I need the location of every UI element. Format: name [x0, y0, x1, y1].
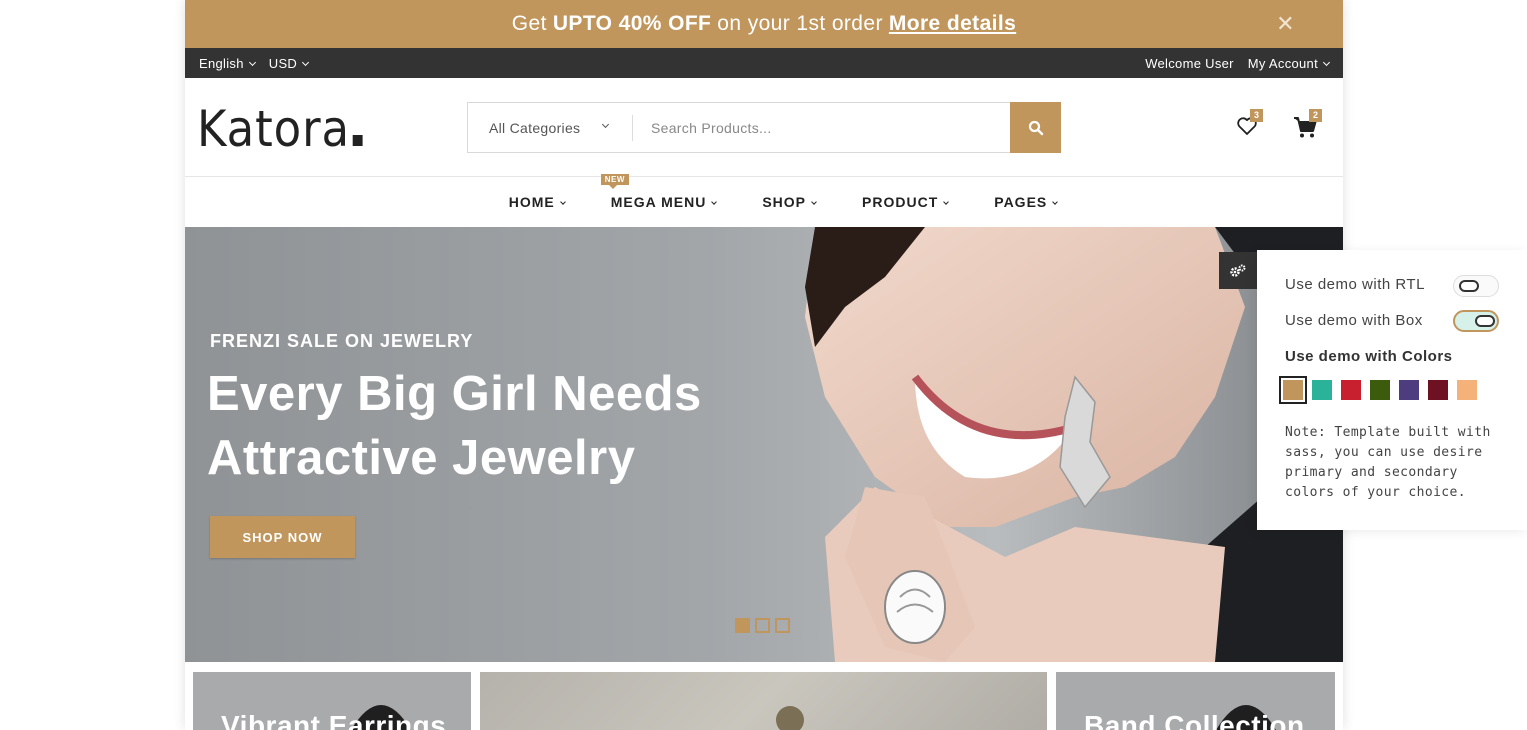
site-header: Katora All Categories 3 2: [185, 78, 1343, 177]
page-container: Get UPTO 40% OFF on your 1st order More …: [185, 0, 1343, 730]
wishlist-button[interactable]: 3: [1235, 109, 1263, 142]
logo[interactable]: Katora: [197, 100, 363, 158]
banner-earrings-title: Vibrant Earrings: [221, 710, 447, 730]
welcome-text: Welcome User: [1145, 55, 1234, 71]
toggle-knob: [1459, 280, 1479, 292]
box-label: Use demo with Box: [1285, 312, 1423, 329]
promo-details-link[interactable]: More details: [889, 12, 1016, 36]
search-button[interactable]: [1010, 102, 1061, 153]
close-icon[interactable]: ✕: [1276, 11, 1295, 37]
cart-count-badge: 2: [1309, 109, 1322, 122]
slider-dot-3[interactable]: [775, 618, 790, 633]
bracelet-image: [776, 706, 804, 730]
chevron-down-icon: [711, 199, 718, 205]
swatch-olive[interactable]: [1370, 380, 1390, 400]
settings-panel: Use demo with RTL Use demo with Box Use …: [1257, 250, 1527, 530]
settings-note: Note: Template built with sass, you can …: [1285, 425, 1491, 500]
shop-now-button[interactable]: SHOP NOW: [210, 516, 355, 558]
swatch-red[interactable]: [1341, 380, 1361, 400]
banner-earrings[interactable]: Vibrant Earrings: [193, 672, 471, 730]
promo-bar: Get UPTO 40% OFF on your 1st order More …: [185, 0, 1343, 48]
hero-subtitle: FRENZI SALE ON JEWELRY: [210, 331, 474, 351]
promo-suffix: on your 1st order: [717, 12, 883, 35]
language-selector[interactable]: English: [199, 56, 255, 71]
slider-dots: [735, 618, 790, 633]
color-swatches: [1279, 376, 1477, 404]
chevron-down-icon: [943, 199, 950, 205]
hero-model-image: [805, 227, 1343, 662]
swatch-peach[interactable]: [1457, 380, 1477, 400]
swatch-gold[interactable]: [1279, 376, 1307, 404]
banner-bracelet[interactable]: [480, 672, 1047, 730]
rtl-toggle[interactable]: [1453, 275, 1499, 297]
chevron-down-icon: [601, 120, 610, 129]
wishlist-count-badge: 3: [1250, 109, 1263, 122]
slider-dot-2[interactable]: [755, 618, 770, 633]
new-badge: NEW: [600, 174, 629, 189]
toggle-knob: [1475, 315, 1495, 327]
nav-product[interactable]: PRODUCT: [862, 194, 950, 210]
search-icon: [1028, 120, 1043, 135]
promo-prefix: Get: [511, 12, 547, 35]
swatch-maroon[interactable]: [1428, 380, 1448, 400]
swatch-purple[interactable]: [1399, 380, 1419, 400]
currency-selector[interactable]: USD: [269, 56, 308, 71]
search-bar: All Categories: [467, 102, 1061, 153]
search-input[interactable]: [633, 103, 1010, 152]
nav-home[interactable]: HOME: [508, 194, 566, 210]
banner-band-collection-title: Band Collection: [1084, 710, 1305, 730]
nav-pages-label: PAGES: [994, 194, 1048, 210]
cart-button[interactable]: 2: [1292, 109, 1322, 142]
rtl-label: Use demo with RTL: [1285, 276, 1425, 293]
nav-shop-label: SHOP: [762, 194, 807, 210]
nav-shop[interactable]: SHOP: [762, 194, 817, 210]
nav-pages[interactable]: PAGES: [994, 194, 1059, 210]
logo-text: Katora: [197, 100, 350, 158]
promo-highlight: UPTO 40% OFF: [552, 12, 712, 35]
hero-slider: FRENZI SALE ON JEWELRY Every Big Girl Ne…: [185, 227, 1343, 662]
chevron-down-icon: [559, 199, 566, 205]
nav-mega-menu[interactable]: NEW MEGA MENU: [600, 174, 718, 210]
category-select-label: All Categories: [489, 119, 581, 136]
nav-mega-menu-label: MEGA MENU: [610, 194, 707, 210]
logo-dot: [352, 135, 363, 146]
colors-label: Use demo with Colors: [1285, 348, 1453, 365]
slider-dot-1[interactable]: [735, 618, 750, 633]
box-toggle[interactable]: [1453, 310, 1499, 332]
main-nav: HOME NEW MEGA MENU SHOP PRODUCT PAGES: [185, 174, 1343, 227]
nav-home-label: HOME: [508, 194, 555, 210]
category-select[interactable]: All Categories: [468, 103, 632, 152]
top-bar: English USD Welcome User My Account: [185, 48, 1343, 78]
banner-band-collection[interactable]: Band Collection: [1056, 672, 1335, 730]
swatch-teal[interactable]: [1312, 380, 1332, 400]
nav-product-label: PRODUCT: [862, 194, 939, 210]
chevron-down-icon: [1052, 199, 1059, 205]
chevron-down-icon: [811, 199, 817, 205]
settings-toggle-button[interactable]: [1219, 252, 1257, 289]
gears-icon: [1230, 264, 1246, 277]
my-account-menu[interactable]: My Account: [1248, 56, 1329, 71]
hero-title: Every Big Girl Needs Attractive Jewelry: [207, 367, 702, 485]
